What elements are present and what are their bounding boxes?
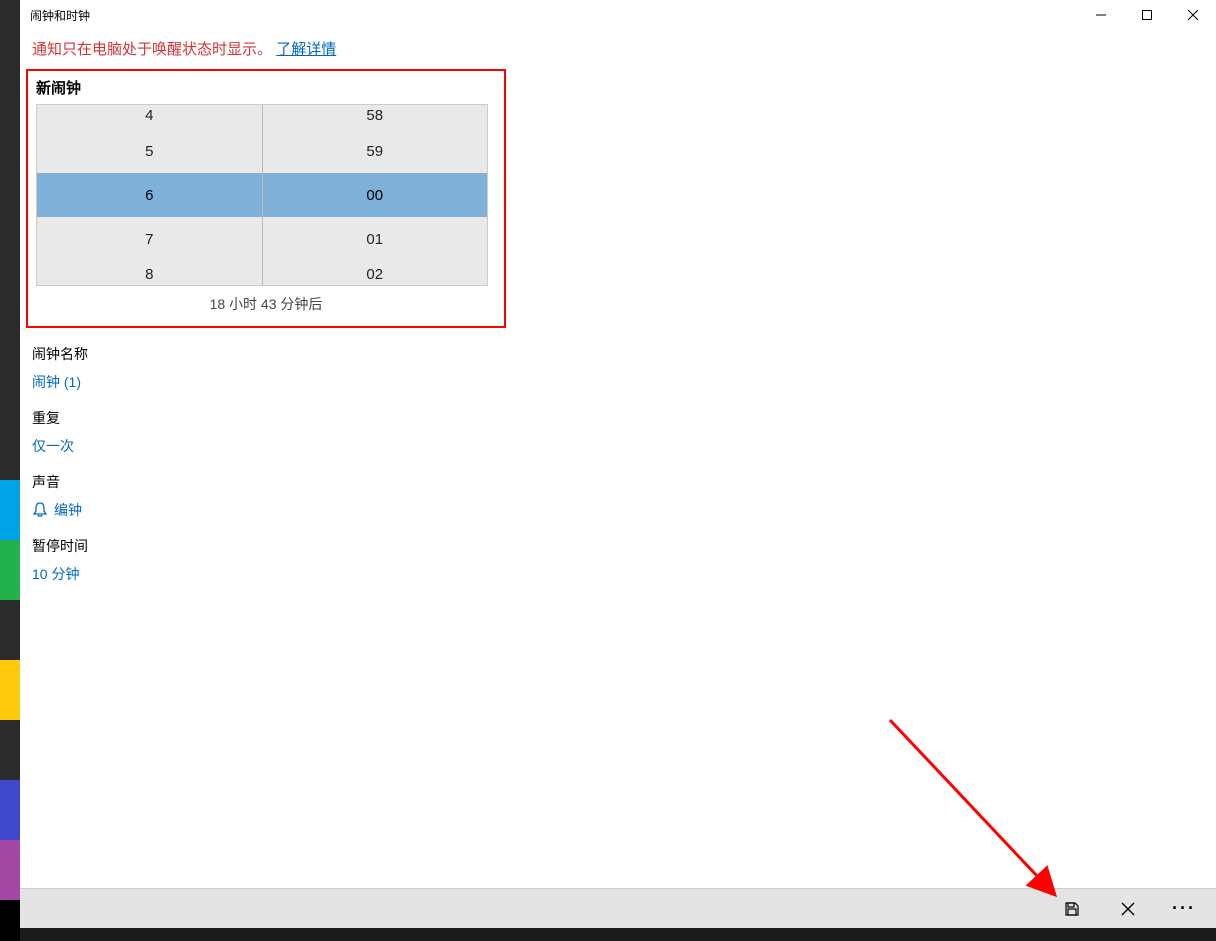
minimize-button[interactable] bbox=[1078, 0, 1124, 30]
app-window: 闹钟和时钟 通知只在电脑处于唤醒状态时显示。 了解详情 新闹钟 45678 58… bbox=[20, 0, 1216, 928]
picker-cell[interactable]: 01 bbox=[263, 217, 488, 261]
notification-banner: 通知只在电脑处于唤醒状态时显示。 了解详情 bbox=[20, 30, 1216, 67]
new-alarm-header: 新闹钟 bbox=[36, 77, 496, 98]
sound-label: 声音 bbox=[32, 472, 1204, 492]
bell-icon bbox=[32, 502, 48, 518]
picker-cell[interactable]: 02 bbox=[263, 261, 488, 285]
repeat-value[interactable]: 仅一次 bbox=[32, 436, 1204, 456]
picker-cell[interactable]: 7 bbox=[37, 217, 262, 261]
alarm-name-field: 闹钟名称 闹钟 (1) bbox=[32, 344, 1204, 392]
picker-cell[interactable]: 4 bbox=[37, 105, 262, 129]
highlight-box: 新闹钟 45678 5859000102 18 小时 43 分钟后 bbox=[26, 69, 506, 328]
alarm-name-text: 闹钟 (1) bbox=[32, 372, 81, 392]
picker-cell[interactable]: 5 bbox=[37, 129, 262, 173]
picker-cell[interactable]: 00 bbox=[263, 173, 488, 217]
sound-field: 声音 编钟 bbox=[32, 472, 1204, 520]
content-area: 新闹钟 45678 5859000102 18 小时 43 分钟后 闹钟名称 闹… bbox=[20, 67, 1216, 888]
close-button[interactable] bbox=[1170, 0, 1216, 30]
learn-more-link[interactable]: 了解详情 bbox=[276, 41, 336, 58]
snooze-field: 暂停时间 10 分钟 bbox=[32, 536, 1204, 584]
save-button[interactable] bbox=[1048, 889, 1096, 929]
repeat-field: 重复 仅一次 bbox=[32, 408, 1204, 456]
sound-text: 编钟 bbox=[54, 500, 82, 520]
picker-cell[interactable]: 58 bbox=[263, 105, 488, 129]
taskbar bbox=[20, 928, 1216, 941]
command-bar: ··· bbox=[20, 888, 1216, 928]
alarm-name-value[interactable]: 闹钟 (1) bbox=[32, 372, 1204, 392]
minute-picker-column[interactable]: 5859000102 bbox=[263, 105, 488, 285]
countdown-text: 18 小时 43 分钟后 bbox=[36, 294, 496, 314]
window-title: 闹钟和时钟 bbox=[30, 7, 90, 24]
picker-cell[interactable]: 6 bbox=[37, 173, 262, 217]
notification-text: 通知只在电脑处于唤醒状态时显示。 bbox=[32, 41, 272, 58]
picker-cell[interactable]: 59 bbox=[263, 129, 488, 173]
titlebar: 闹钟和时钟 bbox=[20, 0, 1216, 30]
cancel-button[interactable] bbox=[1104, 889, 1152, 929]
desktop-strip bbox=[0, 0, 20, 941]
more-button[interactable]: ··· bbox=[1160, 889, 1208, 929]
repeat-text: 仅一次 bbox=[32, 436, 74, 456]
snooze-text: 10 分钟 bbox=[32, 564, 79, 584]
snooze-value[interactable]: 10 分钟 bbox=[32, 564, 1204, 584]
time-picker[interactable]: 45678 5859000102 bbox=[36, 104, 488, 286]
sound-value[interactable]: 编钟 bbox=[32, 500, 1204, 520]
maximize-button[interactable] bbox=[1124, 0, 1170, 30]
picker-cell[interactable]: 8 bbox=[37, 261, 262, 285]
snooze-label: 暂停时间 bbox=[32, 536, 1204, 556]
alarm-name-label: 闹钟名称 bbox=[32, 344, 1204, 364]
hour-picker-column[interactable]: 45678 bbox=[37, 105, 263, 285]
repeat-label: 重复 bbox=[32, 408, 1204, 428]
